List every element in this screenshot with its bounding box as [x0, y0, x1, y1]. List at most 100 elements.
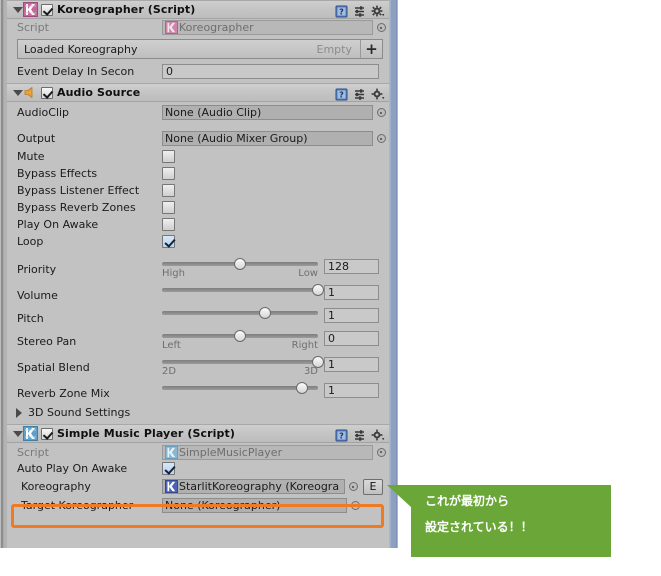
object-picker-icon-target-koreographer[interactable] [347, 498, 363, 513]
foldout-arrow-icon[interactable] [11, 87, 23, 99]
component-header-audio-source[interactable]: Audio Source ? [7, 83, 389, 102]
component-header-koreographer[interactable]: Koreographer (Script) ? [7, 0, 389, 19]
foldout-arrow-icon[interactable] [11, 428, 23, 440]
volume-value-input[interactable]: 1 [324, 285, 379, 300]
preset-sliders-icon[interactable] [353, 3, 366, 22]
help-book-icon[interactable]: ? [335, 427, 348, 446]
inspector-scrollbar-thumb[interactable] [390, 0, 397, 548]
object-picker-icon-audioclip[interactable] [373, 105, 389, 120]
loaded-koreography-title: Loaded Koreography [24, 42, 138, 56]
object-picker-icon-script-smp[interactable] [373, 445, 389, 460]
inspector-scrollbar[interactable] [389, 0, 398, 548]
loop-checkbox[interactable] [162, 235, 175, 248]
edit-koreography-button[interactable]: E [363, 478, 383, 495]
component-enabled-checkbox-koreographer[interactable] [41, 3, 53, 16]
volume-slider-track[interactable] [162, 284, 324, 296]
pitch-slider-track[interactable] [162, 307, 318, 319]
object-picker-icon-output[interactable] [373, 131, 389, 146]
preset-sliders-icon[interactable] [353, 86, 366, 105]
component-title-audio-source: Audio Source [57, 86, 141, 99]
component-header-simple-music-player[interactable]: Simple Music Player (Script) ? [7, 424, 389, 443]
foldout-3d-sound-settings[interactable]: 3D Sound Settings [7, 403, 389, 422]
field-label-pitch: Pitch [17, 312, 44, 325]
priority-slider-left-label: High [162, 268, 185, 279]
component-enabled-checkbox-audio-source[interactable] [41, 86, 53, 99]
row-audioclip: AudioClip None (Audio Clip) [7, 102, 389, 121]
foldout-3d-sound-settings-label: 3D Sound Settings [28, 406, 131, 419]
row-volume: Volume 1 [7, 282, 389, 302]
add-koreography-button[interactable]: + [360, 40, 382, 58]
bypass-effects-checkbox[interactable] [162, 167, 175, 180]
bypass-listener-effects-checkbox[interactable] [162, 184, 175, 197]
reverb-zone-mix-slider-track[interactable] [162, 382, 318, 394]
auto-play-on-awake-checkbox[interactable] [162, 462, 175, 475]
row-event-delay: Event Delay In Secon 0 [7, 59, 389, 80]
bypass-reverb-zones-checkbox[interactable] [162, 201, 175, 214]
gear-dropdown-icon[interactable] [371, 427, 385, 446]
field-label-audioclip: AudioClip [17, 106, 70, 119]
svg-text:?: ? [339, 8, 344, 17]
component-title-simple-music-player: Simple Music Player (Script) [57, 427, 235, 440]
audioclip-object-field[interactable]: None (Audio Clip) [162, 105, 373, 120]
stereo-pan-slider-track[interactable] [162, 330, 318, 342]
volume-slider-thumb[interactable] [312, 284, 324, 296]
event-delay-input[interactable]: 0 [162, 64, 379, 79]
target-koreographer-object-field[interactable]: None (Koreographer) [162, 498, 347, 513]
loaded-koreography-list[interactable]: Loaded Koreography Empty + [17, 39, 383, 59]
audio-source-speaker-icon [23, 85, 38, 100]
priority-value-input[interactable]: 128 [324, 259, 379, 274]
priority-slider-thumb[interactable] [234, 258, 246, 270]
stereo-pan-slider-left-label: Left [162, 340, 181, 351]
stereo-pan-value-input[interactable]: 0 [324, 331, 379, 346]
help-book-icon[interactable]: ? [335, 3, 348, 22]
play-on-awake-checkbox[interactable] [162, 218, 175, 231]
spatial-blend-slider-thumb[interactable] [312, 356, 324, 368]
koreographer-script-icon [23, 2, 38, 17]
field-label-spatial-blend: Spatial Blend [17, 361, 90, 374]
reverb-zone-mix-slider[interactable] [162, 380, 324, 398]
script-object-value: Koreographer [179, 21, 254, 34]
mute-checkbox[interactable] [162, 150, 175, 163]
gear-dropdown-icon[interactable] [371, 3, 385, 22]
field-label-play-on-awake: Play On Awake [17, 218, 99, 231]
stereo-pan-slider-thumb[interactable] [234, 330, 246, 342]
pitch-value-input[interactable]: 1 [324, 308, 379, 323]
row-bypass-listener-effects: Bypass Listener Effect [7, 182, 389, 199]
foldout-arrow-icon[interactable] [13, 407, 25, 419]
row-pitch: Pitch 1 [7, 305, 389, 325]
koreography-object-field[interactable]: StarlitKoreography (Koreogra [162, 479, 345, 494]
pitch-slider[interactable] [162, 305, 324, 323]
spatial-blend-slider-track[interactable] [162, 356, 324, 368]
field-label-bypass-listener-effects: Bypass Listener Effect [17, 184, 140, 197]
row-output: Output None (Audio Mixer Group) [7, 129, 389, 148]
foldout-arrow-icon[interactable] [11, 4, 23, 16]
reverb-zone-mix-value-input[interactable]: 1 [324, 383, 379, 398]
header-icons-simple-music-player: ? [335, 427, 385, 446]
object-picker-icon-koreography[interactable] [345, 479, 361, 494]
field-label-script: Script [17, 21, 49, 34]
help-book-icon[interactable]: ? [335, 86, 348, 105]
priority-slider-right-label: Low [298, 268, 318, 279]
object-picker-icon-script-koreographer[interactable] [373, 20, 389, 35]
spatial-blend-slider[interactable]: 2D 3D [162, 354, 324, 380]
gear-dropdown-icon[interactable] [371, 86, 385, 105]
spatial-blend-value-input[interactable]: 1 [324, 357, 379, 372]
row-script-simple-music-player: Script SimpleMusicPlayer [7, 443, 389, 460]
spatial-blend-slider-left-label: 2D [162, 366, 177, 377]
volume-slider[interactable] [162, 282, 324, 300]
component-enabled-checkbox-simple-music-player[interactable] [41, 427, 53, 440]
priority-slider[interactable]: High Low [162, 256, 324, 282]
pitch-slider-thumb[interactable] [258, 307, 271, 319]
reverb-zone-mix-slider-thumb[interactable] [296, 382, 309, 394]
priority-slider-track[interactable] [162, 258, 318, 270]
script-object-field-simple-music-player[interactable]: SimpleMusicPlayer [162, 444, 373, 460]
inspector-window: Koreographer (Script) ? Script Koreograp… [0, 0, 398, 548]
row-koreography: Koreography StarlitKoreography (Koreogra… [7, 477, 389, 496]
field-label-target-koreographer: Target Koreographer [21, 499, 134, 512]
script-object-value: SimpleMusicPlayer [179, 445, 283, 459]
spatial-blend-slider-endlabels: 2D 3D [162, 366, 318, 377]
stereo-pan-slider[interactable]: Left Right [162, 328, 324, 354]
preset-sliders-icon[interactable] [353, 427, 366, 446]
output-object-field[interactable]: None (Audio Mixer Group) [162, 131, 373, 146]
script-object-field-koreographer[interactable]: Koreographer [162, 20, 373, 35]
